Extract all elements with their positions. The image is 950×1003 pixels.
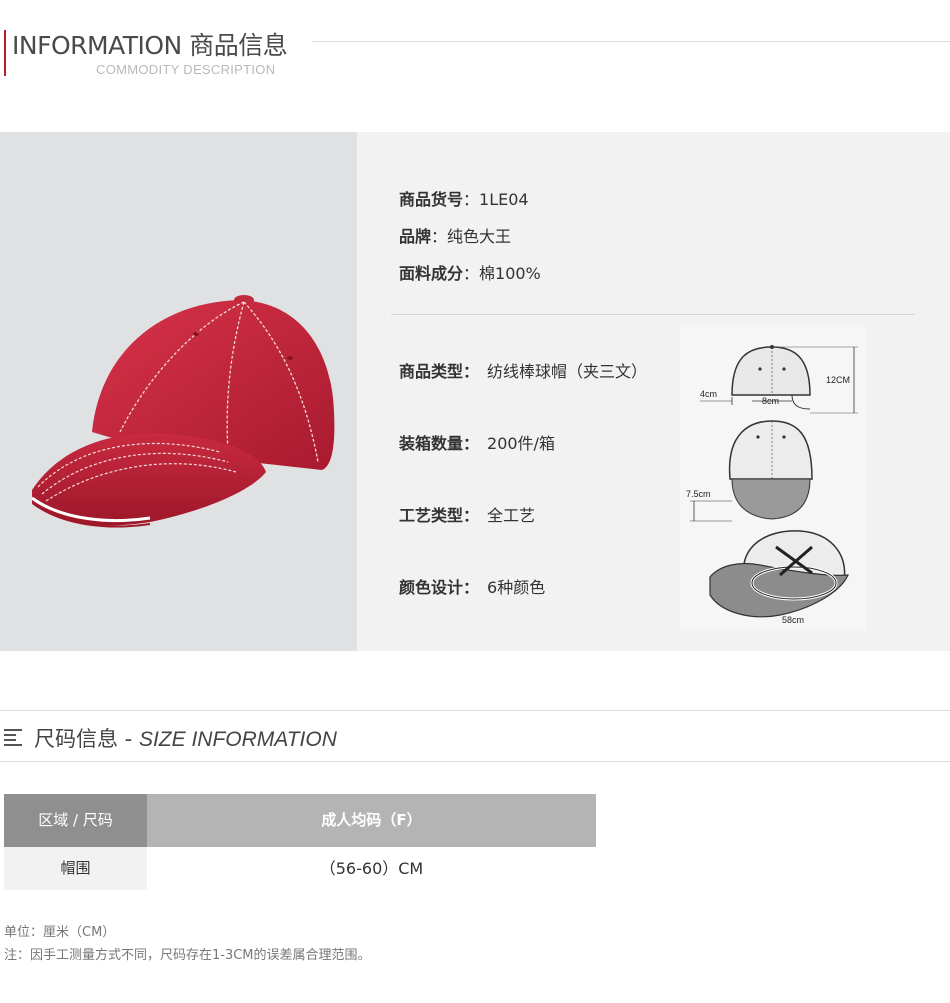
item-number-value: ：1LE04 xyxy=(463,190,529,209)
brand-label: 品牌 xyxy=(399,227,432,246)
size-section-bottom-rule xyxy=(0,761,950,762)
craft-value: 全工艺 xyxy=(487,506,536,525)
brim-measure-label: 7.5cm xyxy=(686,489,711,499)
colors-row: 颜色设计： 6种颜色 xyxy=(399,574,545,598)
size-table-row-value: （56-60）CM xyxy=(147,847,596,890)
craft-row: 工艺类型： 全工艺 xyxy=(399,502,535,526)
brand-row: 品牌：纯色大王 xyxy=(399,223,511,247)
box-qty-row: 装箱数量： 200件/箱 xyxy=(399,430,555,454)
size-table-header-region: 区域 / 尺码 xyxy=(4,794,147,847)
type-label: 商品类型： xyxy=(399,362,480,381)
section-header: INFORMATION 商品信息 COMMODITY DESCRIPTION xyxy=(0,0,950,90)
header-divider xyxy=(312,41,950,42)
front-width-label: 8cm xyxy=(762,396,779,406)
size-title-cn: 尺码信息 - xyxy=(34,727,133,751)
header-accent-bar xyxy=(4,30,6,76)
product-info-panel: 商品货号：1LE04 品牌：纯色大王 面料成分：棉100% 商品类型： 纺线棒球帽… xyxy=(0,132,950,651)
size-section-title: 尺码信息 - SIZE INFORMATION xyxy=(34,723,337,753)
colors-value: 6种颜色 xyxy=(487,578,546,597)
size-table-row-label: 帽围 xyxy=(4,847,147,890)
brand-value: ：纯色大王 xyxy=(431,227,512,246)
material-value: ：棉100% xyxy=(463,264,541,283)
header-subtitle: COMMODITY DESCRIPTION xyxy=(96,62,276,77)
size-title-en: SIZE INFORMATION xyxy=(138,728,337,751)
product-photo xyxy=(0,132,357,651)
item-number-label: 商品货号 xyxy=(399,190,464,209)
material-row: 面料成分：棉100% xyxy=(399,260,541,284)
craft-label: 工艺类型： xyxy=(399,506,480,525)
cap-measurement-diagram: 12CM 4cm 8cm 7.5cm 58cm xyxy=(680,325,866,631)
baseball-cap-image xyxy=(31,295,335,528)
measurement-note: 注：因手工测量方式不同，尺码存在1-3CM的误差属合理范围。 xyxy=(4,948,371,963)
material-label: 面料成分 xyxy=(399,264,464,283)
colors-label: 颜色设计： xyxy=(399,578,480,597)
type-row: 商品类型： 纺线棒球帽（夹三文） xyxy=(399,358,647,382)
info-divider xyxy=(391,314,915,315)
size-section-top-rule xyxy=(0,710,950,711)
type-value: 纺线棒球帽（夹三文） xyxy=(487,362,648,381)
size-table-header-size: 成人均码（F） xyxy=(147,794,596,847)
header-title: INFORMATION 商品信息 xyxy=(12,31,288,60)
box-qty-label: 装箱数量： xyxy=(399,434,480,453)
height-measure-label: 12CM xyxy=(826,375,850,385)
side-measure-label: 4cm xyxy=(700,389,717,399)
box-qty-value: 200件/箱 xyxy=(487,434,555,453)
list-lines-icon xyxy=(4,727,24,747)
circumference-label: 58cm xyxy=(782,615,804,625)
item-number-row: 商品货号：1LE04 xyxy=(399,186,529,210)
unit-note: 单位：厘米（CM） xyxy=(4,925,116,940)
